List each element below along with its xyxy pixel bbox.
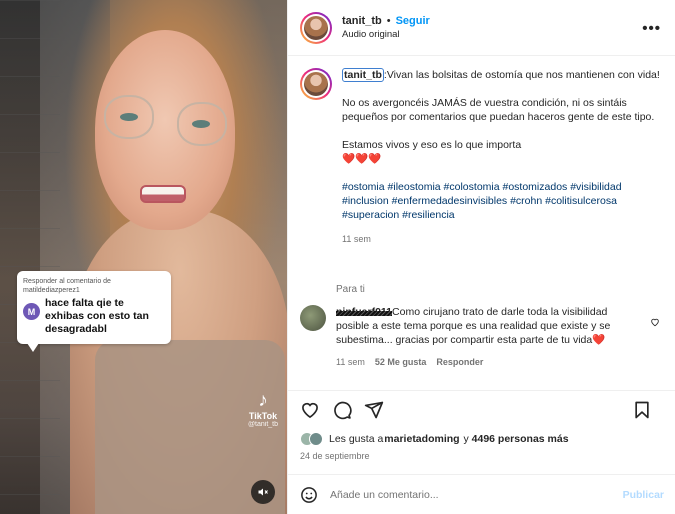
publish-button[interactable]: Publicar xyxy=(623,489,664,501)
avatar[interactable] xyxy=(300,11,332,44)
speaker-muted-icon xyxy=(258,488,268,496)
comment-username[interactable]: ninfuarf011 xyxy=(336,306,393,318)
save-button[interactable] xyxy=(632,400,652,420)
likes-middle: y xyxy=(460,433,472,445)
heart-icon xyxy=(302,402,318,418)
post-date: 24 de septiembre xyxy=(300,451,370,461)
caption-profile-picture xyxy=(304,72,328,96)
comment-likes[interactable]: 52 Me gusta xyxy=(375,355,427,369)
tiktok-watermark: ♪ TikTok @tanit_tb xyxy=(243,390,283,429)
post-header: tanit_tb • Seguir Audio original ••• xyxy=(288,0,675,56)
video-player[interactable]: Responder al comentario de matildediazpe… xyxy=(0,0,287,514)
caption-username[interactable]: tanit_tb xyxy=(342,68,384,82)
post-panel: tanit_tb • Seguir Audio original ••• tan… xyxy=(287,0,675,514)
comment-reply-button[interactable]: Responder xyxy=(436,355,483,369)
caption-time: 11 sem xyxy=(342,234,371,244)
tiktok-icon: ♪ xyxy=(258,390,268,411)
comment-avatar[interactable] xyxy=(300,305,326,331)
more-options-icon[interactable]: ••• xyxy=(642,20,661,37)
username-scribble xyxy=(336,311,393,316)
separator-dot: • xyxy=(386,15,391,27)
for-you-label[interactable]: Para ti xyxy=(336,284,365,295)
action-bar xyxy=(288,390,675,428)
likes-prefix: Les gusta a xyxy=(329,433,384,445)
comment-button[interactable] xyxy=(332,400,352,420)
mouth xyxy=(140,185,186,203)
mute-button[interactable] xyxy=(251,480,275,504)
wall-tiles xyxy=(0,0,60,514)
comment-icon xyxy=(334,401,352,419)
caption-avatar[interactable] xyxy=(300,68,332,100)
likes-count[interactable]: 4496 personas más xyxy=(472,433,569,445)
likes-user[interactable]: marietadoming xyxy=(384,433,459,445)
comment-time: 11 sem xyxy=(336,357,365,367)
tiktok-user: @tanit_tb xyxy=(247,421,279,428)
reply-avatar: M xyxy=(23,303,40,320)
like-button[interactable] xyxy=(300,400,320,420)
caption-hearts: ❤️❤️❤️ xyxy=(342,153,382,165)
liker-avatar xyxy=(309,432,323,446)
reply-text: hace falta qie te exhibas con esto tan d… xyxy=(45,297,149,335)
caption-text-3: Estamos vivos y eso es lo que importa xyxy=(342,139,522,151)
caption-area: tanit_tb:Vivan las bolsitas de ostomía q… xyxy=(288,56,675,279)
comment: ninfuarf011Como cirujano trato de darle … xyxy=(300,305,668,369)
follow-button[interactable]: Seguir xyxy=(396,15,430,27)
reply-header: Responder al comentario de matildediazpe… xyxy=(23,278,111,294)
header-username[interactable]: tanit_tb xyxy=(342,15,382,27)
profile-picture xyxy=(304,15,328,40)
audio-label[interactable]: Audio original xyxy=(342,29,430,40)
share-button[interactable] xyxy=(364,400,384,420)
glasses-right-lens xyxy=(177,102,227,146)
emoji-icon[interactable] xyxy=(300,486,318,504)
comment-input[interactable] xyxy=(330,488,590,501)
comment-composer: Publicar xyxy=(288,474,675,514)
caption-text-1: :Vivan las bolsitas de ostomía que nos m… xyxy=(383,69,660,81)
tiktok-name: TikTok xyxy=(248,411,278,421)
bookmark-icon xyxy=(635,401,649,418)
tiktok-reply-card: Responder al comentario de matildediazpe… xyxy=(17,271,171,352)
glasses-left-lens xyxy=(104,95,154,139)
caption-text-2: No os avergoncéis JAMÁS de vuestra condi… xyxy=(342,97,655,123)
comment-like-heart-icon[interactable] xyxy=(650,317,660,327)
send-icon xyxy=(364,401,384,418)
caption-hashtags[interactable]: #ostomia #ileostomia #colostomia #ostomi… xyxy=(342,180,663,222)
caption: tanit_tb:Vivan las bolsitas de ostomía q… xyxy=(342,68,663,279)
likes-summary: Les gusta a marietadoming y 4496 persona… xyxy=(300,432,569,446)
